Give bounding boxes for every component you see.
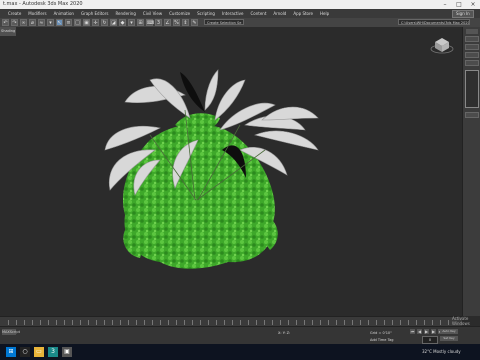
title-bar: t.max - Autodesk 3ds Max 2020 – □ ×: [0, 0, 480, 9]
spinner-snap-icon[interactable]: ⇕: [182, 19, 189, 26]
shrub-foliage: [122, 113, 278, 269]
select-icon[interactable]: ↖: [56, 19, 63, 26]
bind-icon[interactable]: ≈: [38, 19, 45, 26]
menu-item[interactable]: Rendering: [115, 9, 135, 18]
reference-icon[interactable]: ▾: [128, 19, 135, 26]
timeline-ticks: [8, 320, 454, 325]
file-explorer-icon[interactable]: ▭: [34, 347, 44, 357]
perspective-viewport[interactable]: [0, 27, 462, 316]
command-panel: [462, 27, 480, 316]
next-frame-icon[interactable]: ▶: [431, 329, 436, 334]
menu-item[interactable]: Create: [8, 9, 21, 18]
3ds-max-icon[interactable]: 3: [48, 347, 58, 357]
menu-list: Create Modifiers Animation Graph Editors Ren…: [8, 9, 329, 18]
play-icon[interactable]: ▶: [424, 329, 429, 334]
menu-item[interactable]: Help: [320, 9, 329, 18]
project-path-dropdown[interactable]: C:\Users\WH\Documents\3ds Max 2020: [398, 19, 470, 25]
search-icon[interactable]: ○: [20, 347, 30, 357]
windows-taskbar: ⊞ ○ ▭ 3 ▣ 32°C Mostly cloudy: [0, 344, 480, 360]
menu-item[interactable]: Scripting: [197, 9, 215, 18]
rollout-box: [465, 70, 479, 108]
set-key-button[interactable]: Set Key: [440, 336, 458, 341]
playback-controls: ⏮ ◀ ▶ ▶ ⏭: [410, 329, 443, 334]
menu-item[interactable]: Arnold: [273, 9, 286, 18]
close-icon[interactable]: ×: [466, 0, 480, 9]
activate-windows-watermark: Activate Windows: [452, 316, 470, 326]
place-icon[interactable]: ◆: [119, 19, 126, 26]
menu-item[interactable]: Graph Editors: [81, 9, 108, 18]
angle-snap-icon[interactable]: ∠: [164, 19, 171, 26]
menu-item[interactable]: Interactive: [222, 9, 244, 18]
selection-set-dropdown[interactable]: Create Selection Se: [204, 19, 244, 25]
keyboard-shortcut-icon[interactable]: ⌨: [146, 19, 154, 26]
maximize-icon[interactable]: □: [452, 0, 466, 9]
coordinate-readout: X: Y: Z:: [278, 331, 291, 335]
snaps-icon[interactable]: 3: [155, 19, 162, 26]
percent-snap-icon[interactable]: %: [173, 19, 180, 26]
window-crossing-icon[interactable]: ▣: [83, 19, 90, 26]
undo-icon[interactable]: ↶: [2, 19, 9, 26]
create-tab-icon[interactable]: [466, 29, 478, 34]
maxscript-listener[interactable]: MAXScript: [2, 329, 20, 335]
command-panel-button[interactable]: [465, 112, 479, 118]
go-to-start-icon[interactable]: ⏮: [410, 329, 415, 334]
scale-icon[interactable]: ◪: [110, 19, 117, 26]
filter-icon[interactable]: ▾: [47, 19, 54, 26]
menu-bar: Create Modifiers Animation Graph Editors Ren…: [0, 9, 480, 18]
unlink-icon[interactable]: ⌀: [29, 19, 36, 26]
pivot-icon[interactable]: ⊞: [137, 19, 144, 26]
viewport-shading-tab[interactable]: Shading: [0, 27, 16, 36]
menu-item[interactable]: App Store: [293, 9, 313, 18]
menu-item[interactable]: Content: [250, 9, 266, 18]
scene-render: [104, 69, 319, 269]
window-title: t.max - Autodesk 3ds Max 2020: [3, 1, 83, 7]
menu-item[interactable]: Modifiers: [28, 9, 46, 18]
command-panel-button[interactable]: [465, 36, 479, 42]
move-icon[interactable]: ✛: [92, 19, 99, 26]
grid-readout: Grid = 0'10": [370, 331, 392, 335]
toolbar-icons: ↶ ↷ ∞ ⌀ ≈ ▾ ↖ ≡ □ ▣ ✛ ↻ ◪ ◆ ▾ ⊞ ⌨ 3 ∠ % …: [2, 19, 198, 26]
menu-item[interactable]: Customize: [169, 9, 190, 18]
redo-icon[interactable]: ↷: [11, 19, 18, 26]
window-controls: – □ ×: [438, 0, 480, 9]
command-panel-button[interactable]: [465, 60, 479, 66]
region-icon[interactable]: □: [74, 19, 81, 26]
link-icon[interactable]: ∞: [20, 19, 27, 26]
previous-frame-icon[interactable]: ◀: [417, 329, 422, 334]
sign-in-button[interactable]: Sign In: [452, 10, 474, 18]
named-sets-icon[interactable]: ✎: [191, 19, 198, 26]
weather-status: 32°C Mostly cloudy: [422, 349, 461, 354]
current-frame-field[interactable]: 0: [422, 336, 438, 344]
select-by-name-icon[interactable]: ≡: [65, 19, 72, 26]
command-panel-button[interactable]: [465, 44, 479, 50]
rotate-icon[interactable]: ↻: [101, 19, 108, 26]
app-icon[interactable]: ▣: [62, 347, 72, 357]
menu-item[interactable]: Animation: [54, 9, 74, 18]
command-panel-button[interactable]: [465, 52, 479, 58]
start-icon[interactable]: ⊞: [6, 347, 16, 357]
status-bar: MAXScript X: Y: Z: Grid = 0'10" Add Time…: [0, 326, 480, 345]
auto-key-button[interactable]: Auto Key: [440, 329, 458, 334]
viewcube-icon[interactable]: [430, 36, 454, 54]
add-time-tag-button[interactable]: Add Time Tag: [370, 338, 394, 342]
taskbar-apps: ⊞ ○ ▭ 3 ▣: [6, 347, 72, 357]
menu-item[interactable]: Civil View: [143, 9, 162, 18]
minimize-icon[interactable]: –: [438, 0, 452, 9]
